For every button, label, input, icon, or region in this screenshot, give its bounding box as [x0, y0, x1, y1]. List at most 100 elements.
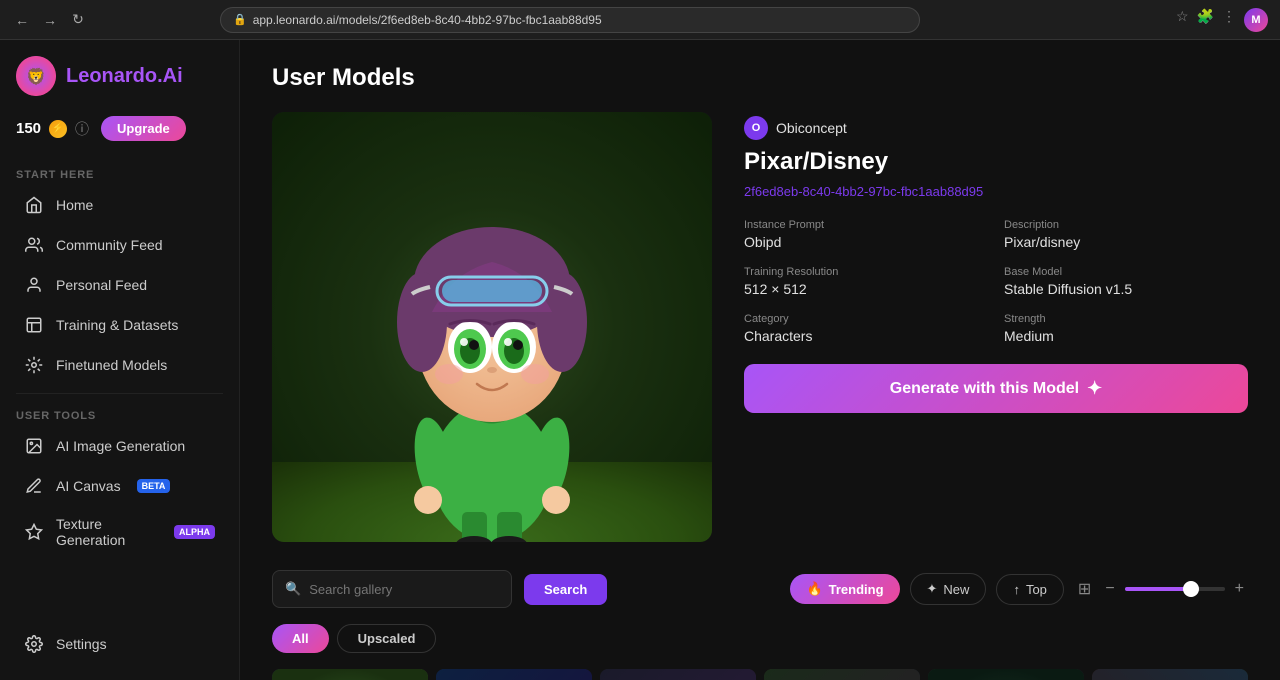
gallery-thumb[interactable] [928, 669, 1084, 680]
strength-label: Strength [1004, 313, 1248, 325]
credits-icon: ⚡ [49, 120, 67, 138]
sidebar-item-label: Community Feed [56, 237, 163, 253]
strength-value: Medium [1004, 328, 1248, 344]
category-item: Category Characters [744, 313, 988, 344]
url-bar[interactable]: 🔒 app.leonardo.ai/models/2f6ed8eb-8c40-4… [220, 7, 920, 33]
trending-button[interactable]: 🔥 Trending [790, 574, 899, 604]
logo-image: 🦁 [16, 56, 56, 96]
sidebar-item-label: Personal Feed [56, 277, 147, 293]
view-controls: ⊞ − + [1074, 575, 1248, 603]
texture-icon [24, 522, 44, 542]
logo-text: Leonardo.Ai [66, 65, 183, 88]
model-info: O Obiconcept Pixar/Disney 2f6ed8eb-8c40-… [744, 112, 1248, 542]
description-label: Description [1004, 219, 1248, 231]
sidebar-item-community-feed[interactable]: Community Feed [8, 226, 231, 264]
description-value: Pixar/disney [1004, 234, 1248, 250]
training-resolution-item: Training Resolution 512 × 512 [744, 266, 988, 297]
upgrade-button[interactable]: Upgrade [101, 116, 186, 141]
description-item: Description Pixar/disney [1004, 219, 1248, 250]
sidebar-item-home[interactable]: Home [8, 186, 231, 224]
grid-view-button[interactable]: ⊞ [1074, 575, 1095, 603]
sidebar-item-finetuned[interactable]: Finetuned Models [8, 346, 231, 384]
author-avatar: O [744, 116, 768, 140]
home-icon [24, 195, 44, 215]
generate-button[interactable]: Generate with this Model ✦ [744, 364, 1248, 413]
search-container: 🔍 [272, 570, 512, 608]
top-label: Top [1026, 582, 1047, 597]
sidebar-item-ai-canvas[interactable]: AI Canvas BETA [8, 467, 231, 505]
finetuned-icon [24, 355, 44, 375]
ai-image-icon [24, 436, 44, 456]
sidebar-item-settings[interactable]: Settings [8, 625, 231, 663]
forward-button[interactable]: → [40, 10, 60, 30]
sidebar-item-label: Settings [56, 636, 107, 652]
new-button[interactable]: ✦ New [910, 573, 987, 605]
category-label: Category [744, 313, 988, 325]
lock-icon: 🔒 [233, 13, 247, 26]
sidebar-item-ai-image[interactable]: AI Image Generation [8, 427, 231, 465]
app-layout: 🦁 Leonardo.Ai 150 ⚡ ⓘ Upgrade Start Here [0, 40, 1280, 680]
credits-count: 150 [16, 120, 41, 137]
sidebar-logo: 🦁 Leonardo.Ai [0, 56, 239, 116]
model-details-grid: Instance Prompt Obipd Description Pixar/… [744, 219, 1248, 344]
zoom-in-button[interactable]: + [1231, 576, 1248, 602]
model-image [272, 112, 712, 542]
trending-label: Trending [829, 582, 884, 597]
sidebar-item-label: Texture Generation [56, 516, 158, 548]
section-label-tools: User Tools [0, 402, 239, 426]
category-value: Characters [744, 328, 988, 344]
url-text: app.leonardo.ai/models/2f6ed8eb-8c40-4bb… [253, 13, 602, 27]
gallery-thumb[interactable] [600, 669, 756, 680]
sidebar-item-label: Home [56, 197, 93, 213]
training-icon [24, 315, 44, 335]
new-label: New [943, 582, 969, 597]
gallery-thumb[interactable] [764, 669, 920, 680]
search-button[interactable]: Search [524, 574, 607, 605]
beta-badge: BETA [137, 479, 171, 493]
search-input[interactable] [309, 582, 499, 597]
gallery-thumb[interactable] [1092, 669, 1248, 680]
refresh-button[interactable]: ↻ [68, 10, 88, 30]
zoom-slider[interactable] [1125, 587, 1225, 591]
main-content: User Models [240, 40, 1280, 680]
bookmark-icon[interactable]: ☆ [1176, 8, 1189, 32]
author-name: Obiconcept [776, 120, 847, 136]
extensions-icon[interactable]: 🧩 [1197, 8, 1214, 32]
filter-tab-all[interactable]: All [272, 624, 329, 653]
filter-tab-upscaled[interactable]: Upscaled [337, 624, 437, 653]
back-button[interactable]: ← [12, 10, 32, 30]
search-icon: 🔍 [285, 581, 301, 597]
filter-right: 🔥 Trending ✦ New ↑ Top ⊞ − + [790, 573, 1248, 605]
sidebar-item-personal-feed[interactable]: Personal Feed [8, 266, 231, 304]
gallery-controls: 🔍 Search 🔥 Trending ✦ New ↑ Top ⊞ [272, 570, 1248, 608]
gallery-thumb[interactable] [272, 669, 428, 680]
model-id: 2f6ed8eb-8c40-4bb2-97bc-fbc1aab88d95 [744, 184, 1248, 199]
sidebar-item-texture[interactable]: Texture Generation ALPHA [8, 507, 231, 557]
instance-prompt-item: Instance Prompt Obipd [744, 219, 988, 250]
credits-row: 150 ⚡ ⓘ Upgrade [0, 116, 239, 161]
alpha-badge: ALPHA [174, 525, 215, 539]
zoom-out-button[interactable]: − [1101, 576, 1118, 602]
top-button[interactable]: ↑ Top [996, 574, 1063, 605]
menu-icon[interactable]: ⋮ [1222, 8, 1236, 32]
svg-text:🦁: 🦁 [26, 67, 46, 86]
page-title: User Models [272, 64, 1248, 92]
sidebar-item-label: Training & Datasets [56, 317, 178, 333]
personal-icon [24, 275, 44, 295]
ai-canvas-icon [24, 476, 44, 496]
sidebar-item-training[interactable]: Training & Datasets [8, 306, 231, 344]
instance-prompt-value: Obipd [744, 234, 988, 250]
gallery-grid [272, 669, 1248, 680]
user-avatar[interactable]: M [1244, 8, 1268, 32]
instance-prompt-label: Instance Prompt [744, 219, 988, 231]
filter-tabs: All Upscaled [272, 624, 1248, 653]
browser-chrome: ← → ↻ 🔒 app.leonardo.ai/models/2f6ed8eb-… [0, 0, 1280, 40]
model-section: O Obiconcept Pixar/Disney 2f6ed8eb-8c40-… [272, 112, 1248, 542]
base-model-item: Base Model Stable Diffusion v1.5 [1004, 266, 1248, 297]
sidebar-item-label: Finetuned Models [56, 357, 167, 373]
top-icon: ↑ [1013, 582, 1020, 597]
info-icon[interactable]: ⓘ [75, 119, 89, 139]
generate-btn-label: Generate with this Model [890, 380, 1079, 398]
gallery-thumb[interactable] [436, 669, 592, 680]
base-model-value: Stable Diffusion v1.5 [1004, 281, 1248, 297]
